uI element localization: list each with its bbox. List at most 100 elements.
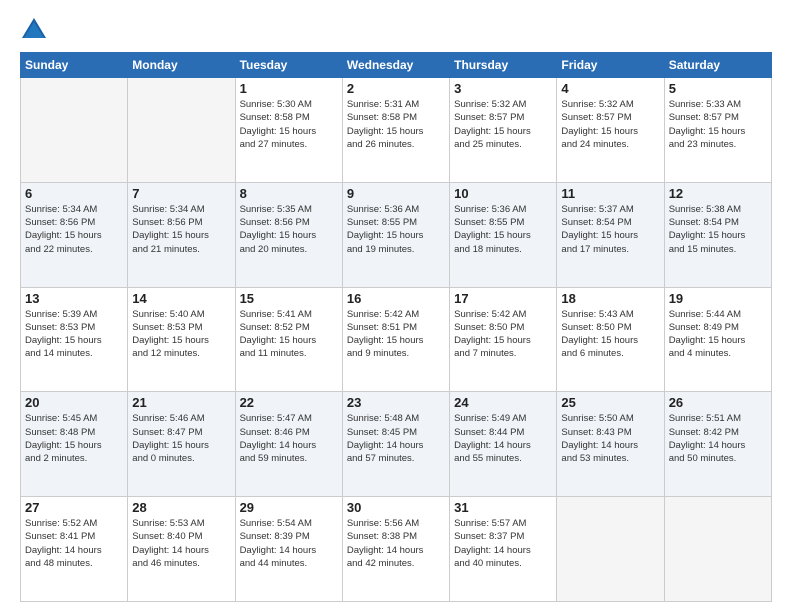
calendar-cell: 24Sunrise: 5:49 AM Sunset: 8:44 PM Dayli… xyxy=(450,392,557,497)
day-number: 6 xyxy=(25,186,123,201)
day-number: 27 xyxy=(25,500,123,515)
day-number: 26 xyxy=(669,395,767,410)
calendar-cell: 12 Sunrise: 5:38 AM Sunset: 8:54 PM Dayli… xyxy=(664,182,771,287)
calendar-week-row: 1 Sunrise: 5:30 AM Sunset: 8:58 PM Daylig… xyxy=(21,78,772,183)
day-info: Sunrise: 5:36 AM Sunset: 8:55 PM Dayligh… xyxy=(454,203,552,256)
day-number: 4 xyxy=(561,81,659,96)
day-info: Sunrise: 5:42 AM Sunset: 8:50 PM Dayligh… xyxy=(454,308,552,361)
calendar-week-row: 20 Sunrise: 5:45 AM Sunset: 8:48 PM Dayli… xyxy=(21,392,772,497)
header xyxy=(20,16,772,44)
weekday-header: Sunday xyxy=(21,53,128,78)
day-info: Sunrise: 5:53 AM Sunset: 8:40 PM Dayligh… xyxy=(132,517,230,570)
day-info: Sunrise: 5:30 AM Sunset: 8:58 PM Dayligh… xyxy=(240,98,338,151)
day-number: 12 xyxy=(669,186,767,201)
calendar-cell: 20 Sunrise: 5:45 AM Sunset: 8:48 PM Dayli… xyxy=(21,392,128,497)
day-number: 28 xyxy=(132,500,230,515)
day-number: 11 xyxy=(561,186,659,201)
day-info: Sunrise: 5:51 AM Sunset: 8:42 PM Dayligh… xyxy=(669,412,767,465)
calendar-cell: 4 Sunrise: 5:32 AM Sunset: 8:57 PM Daylig… xyxy=(557,78,664,183)
calendar-cell: 10Sunrise: 5:36 AM Sunset: 8:55 PM Dayli… xyxy=(450,182,557,287)
calendar-cell: 3 Sunrise: 5:32 AM Sunset: 8:57 PM Daylig… xyxy=(450,78,557,183)
calendar-cell: 14 Sunrise: 5:40 AM Sunset: 8:53 PM Dayli… xyxy=(128,287,235,392)
day-number: 22 xyxy=(240,395,338,410)
calendar-cell: 19 Sunrise: 5:44 AM Sunset: 8:49 PM Dayli… xyxy=(664,287,771,392)
day-number: 5 xyxy=(669,81,767,96)
weekday-header-row: SundayMondayTuesdayWednesdayThursdayFrid… xyxy=(21,53,772,78)
calendar-cell: 15Sunrise: 5:41 AM Sunset: 8:52 PM Dayli… xyxy=(235,287,342,392)
day-info: Sunrise: 5:39 AM Sunset: 8:53 PM Dayligh… xyxy=(25,308,123,361)
day-info: Sunrise: 5:44 AM Sunset: 8:49 PM Dayligh… xyxy=(669,308,767,361)
day-number: 16 xyxy=(347,291,445,306)
calendar-cell: 22 Sunrise: 5:47 AM Sunset: 8:46 PM Dayli… xyxy=(235,392,342,497)
calendar-cell: 28 Sunrise: 5:53 AM Sunset: 8:40 PM Dayli… xyxy=(128,497,235,602)
day-info: Sunrise: 5:32 AM Sunset: 8:57 PM Dayligh… xyxy=(454,98,552,151)
day-info: Sunrise: 5:40 AM Sunset: 8:53 PM Dayligh… xyxy=(132,308,230,361)
calendar-cell: 30 Sunrise: 5:56 AM Sunset: 8:38 PM Dayli… xyxy=(342,497,449,602)
calendar-cell: 26 Sunrise: 5:51 AM Sunset: 8:42 PM Dayli… xyxy=(664,392,771,497)
day-number: 13 xyxy=(25,291,123,306)
day-info: Sunrise: 5:43 AM Sunset: 8:50 PM Dayligh… xyxy=(561,308,659,361)
weekday-header: Wednesday xyxy=(342,53,449,78)
calendar-cell: 27 Sunrise: 5:52 AM Sunset: 8:41 PM Dayli… xyxy=(21,497,128,602)
calendar-week-row: 27 Sunrise: 5:52 AM Sunset: 8:41 PM Dayli… xyxy=(21,497,772,602)
day-info: Sunrise: 5:52 AM Sunset: 8:41 PM Dayligh… xyxy=(25,517,123,570)
page: SundayMondayTuesdayWednesdayThursdayFrid… xyxy=(0,0,792,612)
day-number: 21 xyxy=(132,395,230,410)
day-number: 14 xyxy=(132,291,230,306)
weekday-header: Friday xyxy=(557,53,664,78)
day-info: Sunrise: 5:50 AM Sunset: 8:43 PM Dayligh… xyxy=(561,412,659,465)
day-number: 19 xyxy=(669,291,767,306)
day-number: 31 xyxy=(454,500,552,515)
day-info: Sunrise: 5:35 AM Sunset: 8:56 PM Dayligh… xyxy=(240,203,338,256)
day-number: 30 xyxy=(347,500,445,515)
calendar-cell xyxy=(664,497,771,602)
day-info: Sunrise: 5:37 AM Sunset: 8:54 PM Dayligh… xyxy=(561,203,659,256)
logo-icon xyxy=(20,16,48,44)
calendar-cell: 17 Sunrise: 5:42 AM Sunset: 8:50 PM Dayli… xyxy=(450,287,557,392)
calendar-cell: 16 Sunrise: 5:42 AM Sunset: 8:51 PM Dayli… xyxy=(342,287,449,392)
calendar-table: SundayMondayTuesdayWednesdayThursdayFrid… xyxy=(20,52,772,602)
calendar-cell xyxy=(557,497,664,602)
day-info: Sunrise: 5:36 AM Sunset: 8:55 PM Dayligh… xyxy=(347,203,445,256)
calendar-cell: 13 Sunrise: 5:39 AM Sunset: 8:53 PM Dayli… xyxy=(21,287,128,392)
calendar-cell: 21 Sunrise: 5:46 AM Sunset: 8:47 PM Dayli… xyxy=(128,392,235,497)
calendar-cell xyxy=(21,78,128,183)
day-info: Sunrise: 5:45 AM Sunset: 8:48 PM Dayligh… xyxy=(25,412,123,465)
day-number: 1 xyxy=(240,81,338,96)
weekday-header: Tuesday xyxy=(235,53,342,78)
day-number: 15 xyxy=(240,291,338,306)
calendar-cell: 2 Sunrise: 5:31 AM Sunset: 8:58 PM Daylig… xyxy=(342,78,449,183)
calendar-cell: 18 Sunrise: 5:43 AM Sunset: 8:50 PM Dayli… xyxy=(557,287,664,392)
calendar-cell: 6Sunrise: 5:34 AM Sunset: 8:56 PM Daylig… xyxy=(21,182,128,287)
calendar-cell: 8 Sunrise: 5:35 AM Sunset: 8:56 PM Daylig… xyxy=(235,182,342,287)
day-number: 8 xyxy=(240,186,338,201)
day-info: Sunrise: 5:33 AM Sunset: 8:57 PM Dayligh… xyxy=(669,98,767,151)
day-number: 2 xyxy=(347,81,445,96)
day-info: Sunrise: 5:46 AM Sunset: 8:47 PM Dayligh… xyxy=(132,412,230,465)
calendar-cell: 29 Sunrise: 5:54 AM Sunset: 8:39 PM Dayli… xyxy=(235,497,342,602)
calendar-cell: 1 Sunrise: 5:30 AM Sunset: 8:58 PM Daylig… xyxy=(235,78,342,183)
calendar-cell: 23 Sunrise: 5:48 AM Sunset: 8:45 PM Dayli… xyxy=(342,392,449,497)
day-info: Sunrise: 5:38 AM Sunset: 8:54 PM Dayligh… xyxy=(669,203,767,256)
calendar-cell: 5 Sunrise: 5:33 AM Sunset: 8:57 PM Daylig… xyxy=(664,78,771,183)
day-number: 18 xyxy=(561,291,659,306)
day-number: 3 xyxy=(454,81,552,96)
calendar-cell: 7Sunrise: 5:34 AM Sunset: 8:56 PM Daylig… xyxy=(128,182,235,287)
day-number: 17 xyxy=(454,291,552,306)
day-info: Sunrise: 5:57 AM Sunset: 8:37 PM Dayligh… xyxy=(454,517,552,570)
calendar-cell: 31 Sunrise: 5:57 AM Sunset: 8:37 PM Dayli… xyxy=(450,497,557,602)
day-info: Sunrise: 5:48 AM Sunset: 8:45 PM Dayligh… xyxy=(347,412,445,465)
day-number: 23 xyxy=(347,395,445,410)
day-info: Sunrise: 5:47 AM Sunset: 8:46 PM Dayligh… xyxy=(240,412,338,465)
day-info: Sunrise: 5:31 AM Sunset: 8:58 PM Dayligh… xyxy=(347,98,445,151)
logo xyxy=(20,16,52,44)
day-number: 20 xyxy=(25,395,123,410)
day-info: Sunrise: 5:42 AM Sunset: 8:51 PM Dayligh… xyxy=(347,308,445,361)
day-info: Sunrise: 5:56 AM Sunset: 8:38 PM Dayligh… xyxy=(347,517,445,570)
day-number: 29 xyxy=(240,500,338,515)
day-info: Sunrise: 5:34 AM Sunset: 8:56 PM Dayligh… xyxy=(132,203,230,256)
calendar-cell: 9Sunrise: 5:36 AM Sunset: 8:55 PM Daylig… xyxy=(342,182,449,287)
calendar-cell xyxy=(128,78,235,183)
day-info: Sunrise: 5:54 AM Sunset: 8:39 PM Dayligh… xyxy=(240,517,338,570)
day-info: Sunrise: 5:32 AM Sunset: 8:57 PM Dayligh… xyxy=(561,98,659,151)
